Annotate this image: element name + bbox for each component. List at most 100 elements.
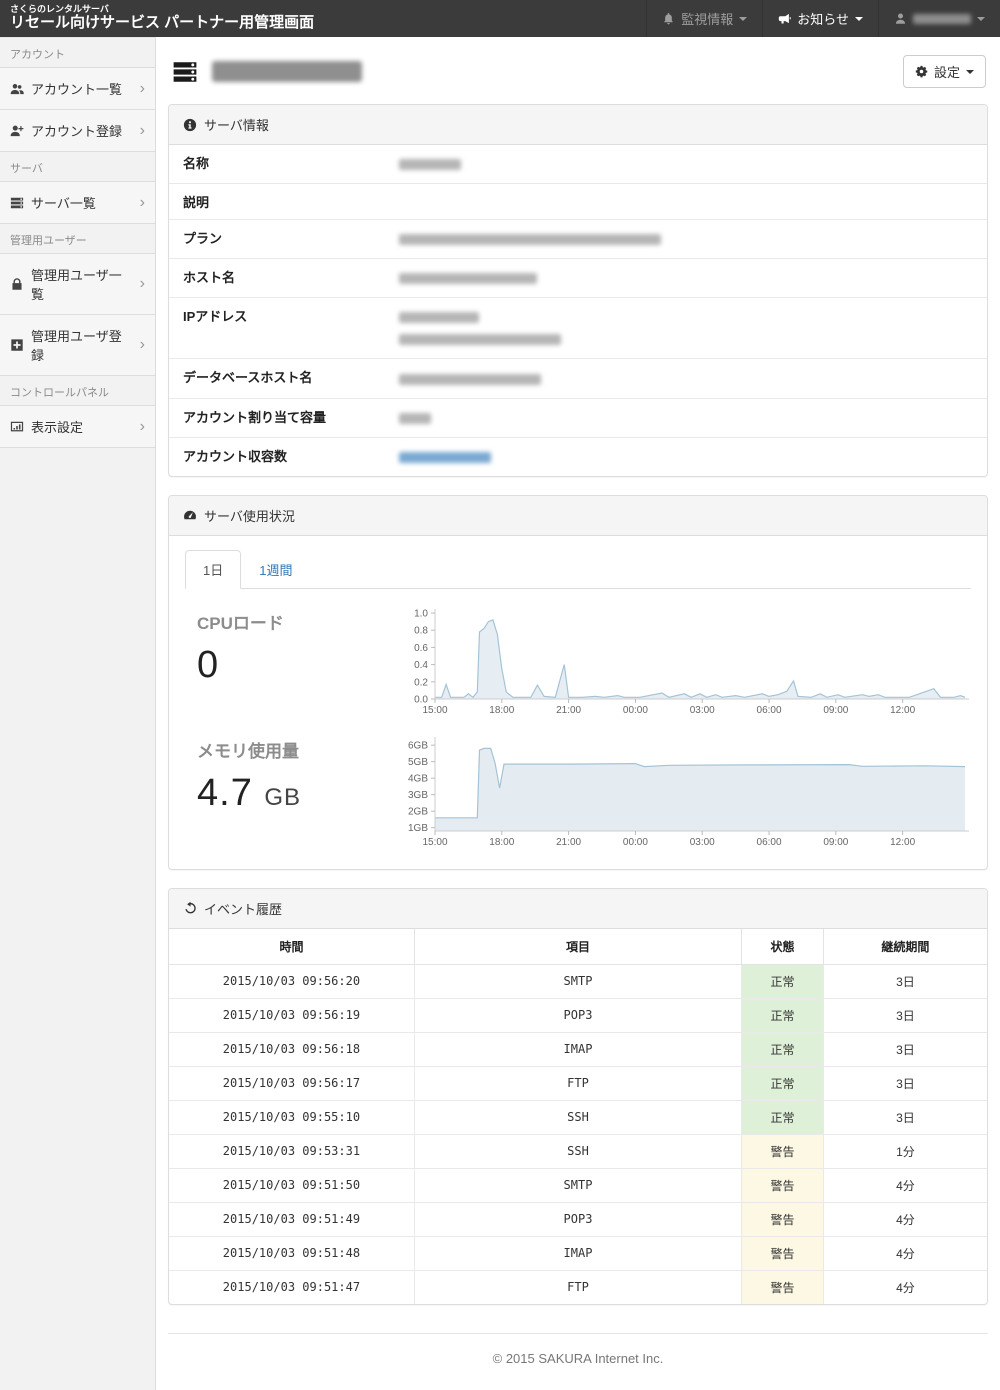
- caret-down-icon: [977, 17, 985, 21]
- event-time: 2015/10/03 09:56:18: [169, 1032, 414, 1066]
- event-status-badge: 警告: [742, 1236, 824, 1270]
- tab-1week[interactable]: 1週間: [241, 550, 310, 589]
- user-plus-icon: [10, 124, 24, 138]
- sidebar-item-server[interactable]: サーバ一覧›: [0, 182, 155, 224]
- event-duration: 3日: [823, 964, 987, 998]
- event-status-badge: 正常: [742, 1066, 824, 1100]
- info-value-redacted: [399, 407, 973, 429]
- bullhorn-icon: [778, 12, 791, 25]
- sidebar-item-lock[interactable]: 管理用ユーザ一覧 ›: [0, 254, 155, 315]
- info-value-link-redacted[interactable]: [399, 446, 973, 468]
- event-time: 2015/10/03 09:56:19: [169, 998, 414, 1032]
- event-time: 2015/10/03 09:53:31: [169, 1134, 414, 1168]
- usage-heading: サーバ使用状況: [169, 496, 987, 536]
- history-icon: [183, 901, 197, 915]
- user-icon: [894, 12, 907, 25]
- tab-1day[interactable]: 1日: [185, 550, 241, 589]
- info-value-redacted: [399, 367, 973, 389]
- navbar-item-label: お知らせ: [797, 9, 849, 28]
- svg-text:5GB: 5GB: [408, 757, 428, 768]
- svg-text:18:00: 18:00: [489, 705, 514, 716]
- memory-row: メモリ使用量 4.7 GB 1GB2GB3GB4GB5GB6GB15:0018:…: [183, 733, 973, 849]
- cpu-label: CPUロード: [197, 609, 395, 634]
- cpu-metric: CPUロード 0: [183, 605, 395, 687]
- svg-text:21:00: 21:00: [556, 705, 581, 716]
- caret-down-icon: [855, 17, 863, 21]
- svg-text:1.0: 1.0: [414, 608, 428, 619]
- server-info-row: データベースホスト名: [169, 359, 987, 398]
- event-time: 2015/10/03 09:55:10: [169, 1100, 414, 1134]
- chevron-right-icon: ›: [140, 422, 145, 432]
- sidebar-item-display[interactable]: 表示設定 ›: [0, 406, 155, 448]
- event-time: 2015/10/03 09:51:50: [169, 1168, 414, 1202]
- server-info-row: ホスト名: [169, 259, 987, 298]
- info-label: アカウント割り当て容量: [183, 407, 399, 426]
- event-row: 2015/10/03 09:51:48IMAP警告4分: [169, 1236, 987, 1270]
- info-icon: [183, 118, 197, 132]
- server-info-table: 名称説明プランホスト名IPアドレスデータベースホスト名アカウント割り当て容量アカ…: [169, 145, 987, 476]
- display-icon: [10, 420, 24, 434]
- redacted-value: [399, 159, 461, 170]
- sidebar-item-users[interactable]: アカウント一覧›: [0, 68, 155, 110]
- events-title: イベント履歴: [204, 899, 282, 918]
- event-status-badge: 正常: [742, 1100, 824, 1134]
- svg-text:3GB: 3GB: [408, 790, 428, 801]
- gear-icon: [915, 65, 928, 78]
- svg-text:4GB: 4GB: [408, 773, 428, 784]
- event-row: 2015/10/03 09:51:50SMTP警告4分: [169, 1168, 987, 1202]
- server-info-row: IPアドレス: [169, 298, 987, 359]
- svg-text:0.8: 0.8: [414, 625, 428, 636]
- event-row: 2015/10/03 09:51:47FTP警告4分: [169, 1270, 987, 1304]
- event-duration: 4分: [823, 1270, 987, 1304]
- event-row: 2015/10/03 09:56:18IMAP正常3日: [169, 1032, 987, 1066]
- chevron-right-icon: ›: [140, 279, 145, 289]
- brand: さくらのレンタルサーバ リセール向けサービス パートナー用管理画面: [0, 0, 314, 37]
- sidebar-item-plus-square[interactable]: 管理用ユーザ登録›: [0, 315, 155, 376]
- memory-metric: メモリ使用量 4.7 GB: [183, 733, 395, 815]
- svg-text:06:00: 06:00: [757, 837, 782, 848]
- svg-text:09:00: 09:00: [823, 705, 848, 716]
- event-item: FTP: [414, 1270, 741, 1304]
- memory-number: 4.7: [197, 772, 253, 814]
- settings-button[interactable]: 設定: [903, 55, 986, 88]
- event-status-badge: 警告: [742, 1134, 824, 1168]
- memory-usage-chart: 1GB2GB3GB4GB5GB6GB15:0018:0021:0000:0003…: [395, 733, 973, 849]
- sidebar-item-label: 表示設定: [31, 417, 83, 436]
- event-time: 2015/10/03 09:56:20: [169, 964, 414, 998]
- server-info-row: プラン: [169, 220, 987, 259]
- svg-text:2GB: 2GB: [408, 806, 428, 817]
- svg-text:09:00: 09:00: [823, 837, 848, 848]
- tachometer-icon: [183, 508, 197, 522]
- info-value-redacted: [399, 228, 973, 250]
- events-column-header: 時間: [169, 929, 414, 965]
- redacted-value: [399, 234, 661, 245]
- navbar-item-news[interactable]: お知らせ: [762, 0, 878, 37]
- event-status-badge: 警告: [742, 1270, 824, 1304]
- server-info-row: 名称: [169, 145, 987, 184]
- event-duration: 3日: [823, 1100, 987, 1134]
- event-row: 2015/10/03 09:56:19POP3正常3日: [169, 998, 987, 1032]
- info-value-redacted: [399, 153, 973, 175]
- svg-text:0.2: 0.2: [414, 677, 428, 688]
- events-heading: イベント履歴: [169, 889, 987, 929]
- info-value-redacted: [399, 306, 973, 350]
- lock-icon: [10, 277, 24, 291]
- sidebar-item-label: 管理用ユーザ一覧: [31, 265, 133, 303]
- info-label: データベースホスト名: [183, 367, 399, 386]
- info-label: 名称: [183, 153, 399, 172]
- navbar-user-menu[interactable]: [878, 0, 1000, 37]
- svg-text:18:00: 18:00: [489, 837, 514, 848]
- event-row: 2015/10/03 09:56:17FTP正常3日: [169, 1066, 987, 1100]
- sidebar-item-user-plus[interactable]: アカウント登録›: [0, 110, 155, 152]
- event-status-badge: 正常: [742, 964, 824, 998]
- cpu-row: CPUロード 0 0.00.20.40.60.81.015:0018:0021:…: [183, 605, 973, 717]
- navbar-item-monitoring[interactable]: 監視情報: [646, 0, 762, 37]
- server-info-title: サーバ情報: [204, 115, 269, 134]
- main-content: 設定 サーバ情報 名称説明プランホスト名IPアドレスデータベースホスト名アカウン…: [156, 37, 1000, 1390]
- brand-small: さくらのレンタルサーバ: [10, 4, 314, 14]
- chevron-right-icon: ›: [140, 198, 145, 208]
- event-status-badge: 正常: [742, 1032, 824, 1066]
- sidebar-section-header: 管理用ユーザー: [0, 224, 155, 254]
- memory-value: 4.7 GB: [197, 772, 395, 815]
- server-info-row: アカウント割り当て容量: [169, 399, 987, 438]
